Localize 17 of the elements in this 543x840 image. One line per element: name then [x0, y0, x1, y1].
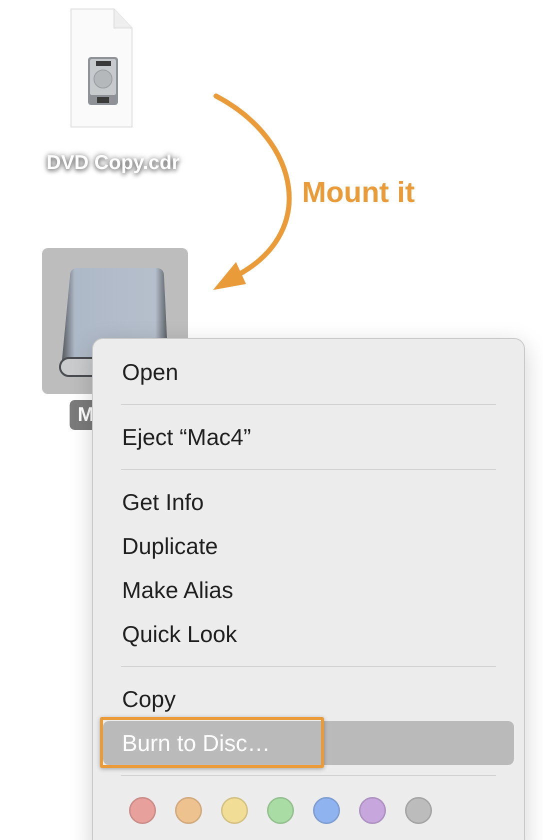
menu-item[interactable]: Quick Look [103, 612, 514, 656]
tag-color-dot[interactable] [221, 797, 248, 824]
tag-color-dot[interactable] [359, 797, 386, 824]
menu-item[interactable]: Duplicate [103, 524, 514, 568]
disk-image-icon [70, 8, 133, 128]
menu-item[interactable]: Open [103, 350, 514, 394]
tag-color-dot[interactable] [175, 797, 202, 824]
menu-item[interactable]: Eject “Mac4” [103, 415, 514, 459]
annotation-text: Mount it [302, 176, 415, 211]
tag-color-dot[interactable] [405, 797, 432, 824]
tag-color-dot[interactable] [129, 797, 156, 824]
file-name-label: DVD Copy.cdr [42, 148, 184, 178]
menu-item[interactable]: Make Alias [103, 568, 514, 612]
menu-item[interactable]: Get Info [103, 480, 514, 524]
tag-color-dot[interactable] [313, 797, 340, 824]
menu-item[interactable]: Copy [103, 677, 514, 721]
tag-color-dot[interactable] [267, 797, 294, 824]
